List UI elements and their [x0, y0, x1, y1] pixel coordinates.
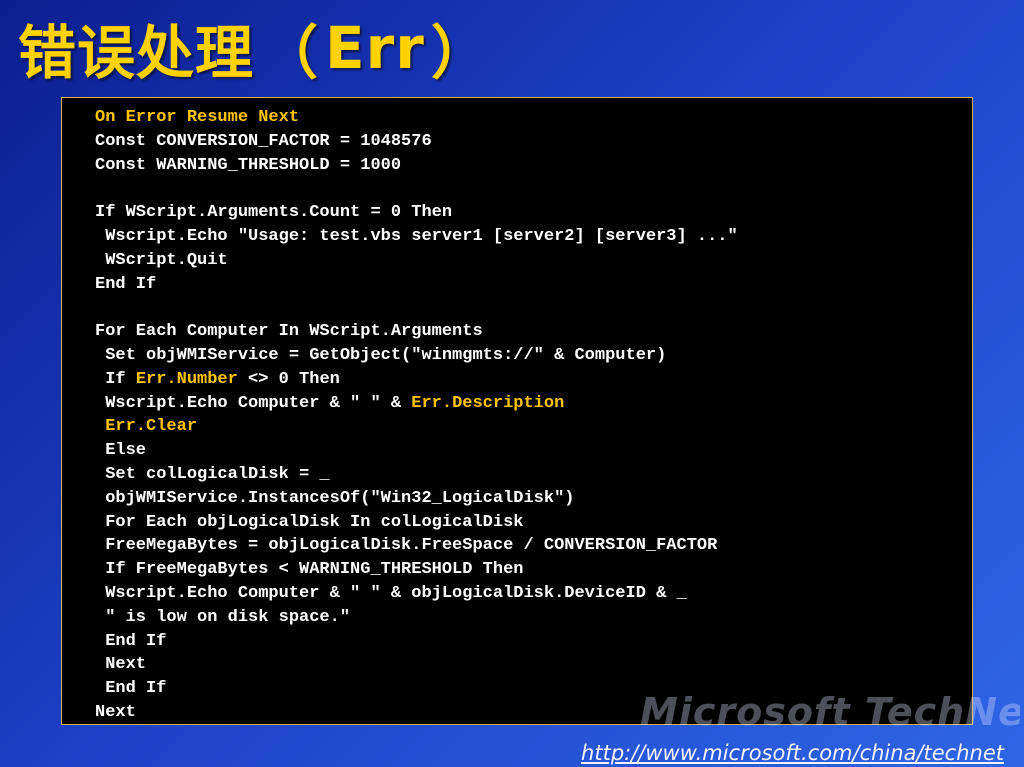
slide-title-keyword: Err: [325, 14, 425, 82]
technet-logo-watermark: Microsoft TechNet: [640, 690, 1020, 730]
code-segment: For Each Computer In WScript.Arguments: [95, 322, 483, 342]
code-line: If Err.Number <> 0 Then: [95, 368, 738, 392]
code-segment: Set colLogicalDisk = _: [95, 464, 330, 484]
code-segment: <> 0 Then: [237, 369, 340, 389]
code-segment: FreeMegaBytes = objLogicalDisk.FreeSpace…: [95, 536, 718, 556]
code-line: End If: [95, 273, 738, 297]
code-segment: Wscript.Echo "Usage: test.vbs server1 [s…: [95, 226, 738, 246]
code-line: WScript.Quit: [95, 249, 738, 273]
code-line: If WScript.Arguments.Count = 0 Then: [95, 201, 738, 225]
code-line: For Each objLogicalDisk In colLogicalDis…: [95, 511, 738, 535]
code-line: Err.Clear: [95, 415, 738, 439]
code-segment: End If: [95, 631, 167, 651]
code-line: Else: [95, 439, 738, 463]
code-line: For Each Computer In WScript.Arguments: [95, 320, 738, 344]
code-segment: End If: [95, 679, 167, 699]
code-segment: objWMIService.InstancesOf("Win32_Logical…: [95, 488, 575, 508]
code-segment: Wscript.Echo Computer & " " & objLogical…: [95, 583, 687, 603]
code-highlight-segment: Err.Clear: [95, 417, 198, 437]
code-segment: If WScript.Arguments.Count = 0 Then: [95, 203, 453, 223]
code-segment: For Each objLogicalDisk In colLogicalDis…: [95, 512, 524, 532]
code-segment: If: [95, 369, 136, 389]
slide-title: 错误处理 （ Err ）: [18, 8, 490, 88]
slide-title-paren-close: ）: [430, 19, 490, 87]
code-line: " is low on disk space.": [95, 606, 738, 630]
code-listing-box: On Error Resume Next Const CONVERSION_FAC…: [61, 97, 973, 725]
code-segment: Else: [95, 441, 147, 461]
slide-title-chinese: 错误处理: [18, 19, 255, 87]
code-segment: Const CONVERSION_FACTOR = 1048576: [95, 131, 432, 151]
code-segment: Set objWMIService = GetObject("winmgmts:…: [95, 345, 667, 365]
code-segment: Next: [95, 702, 136, 722]
code-line: Next: [95, 653, 738, 677]
code-segment: Next: [95, 655, 147, 675]
code-line: Wscript.Echo "Usage: test.vbs server1 [s…: [95, 225, 738, 249]
code-line: Wscript.Echo Computer & " " & Err.Descri…: [95, 392, 738, 416]
code-segment: Const WARNING_THRESHOLD = 1000: [95, 155, 402, 175]
footer-url-link[interactable]: http://www.microsoft.com/china/technet: [581, 741, 1004, 765]
code-line: Set colLogicalDisk = _: [95, 463, 738, 487]
code-line: Wscript.Echo Computer & " " & objLogical…: [95, 582, 738, 606]
code-highlight-segment: Err.Description: [411, 393, 565, 413]
code-segment: If FreeMegaBytes < WARNING_THRESHOLD The…: [95, 560, 524, 580]
code-highlight-segment: Err.Number: [135, 369, 238, 389]
code-segment: " is low on disk space.": [95, 607, 351, 627]
code-line: Const WARNING_THRESHOLD = 1000: [95, 154, 738, 178]
code-line: If FreeMegaBytes < WARNING_THRESHOLD The…: [95, 558, 738, 582]
code-line: Const CONVERSION_FACTOR = 1048576: [95, 130, 738, 154]
code-line: On Error Resume Next: [95, 106, 738, 130]
code-line: Set objWMIService = GetObject("winmgmts:…: [95, 344, 738, 368]
code-listing: On Error Resume Next Const CONVERSION_FAC…: [95, 106, 738, 724]
slide-title-paren-open: （: [260, 19, 320, 87]
code-segment: Wscript.Echo Computer & " " &: [95, 393, 412, 413]
code-line: objWMIService.InstancesOf("Win32_Logical…: [95, 487, 738, 511]
code-highlight-segment: On Error Resume Next: [95, 108, 300, 127]
code-line: End If: [95, 630, 738, 654]
code-segment: End If: [95, 274, 157, 294]
code-line: FreeMegaBytes = objLogicalDisk.FreeSpace…: [95, 534, 738, 558]
code-segment: WScript.Quit: [95, 250, 228, 270]
